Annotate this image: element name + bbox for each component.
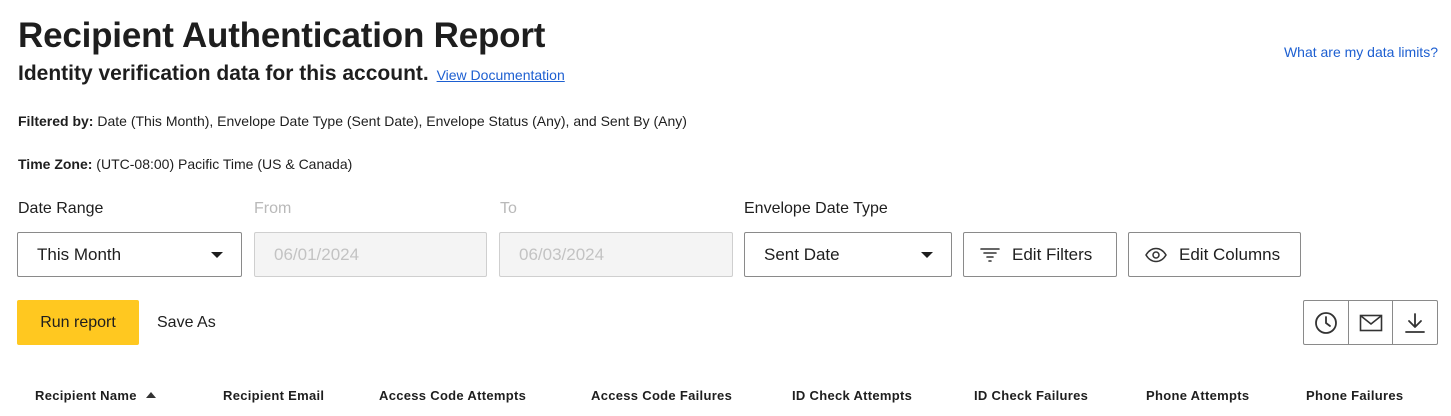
column-header-phone-failures[interactable]: Phone Failures [1306,388,1403,403]
envelope-date-type-value: Sent Date [764,244,840,264]
sort-ascending-icon [145,392,156,398]
mail-icon [1359,314,1383,332]
from-label: From [254,200,292,217]
column-header-phone-attempts[interactable]: Phone Attempts [1146,388,1249,403]
envelope-date-type-label: Envelope Date Type [744,200,888,217]
date-range-value: This Month [37,244,122,264]
data-limits-link[interactable]: What are my data limits? [1284,44,1438,60]
time-zone-label: Time Zone: [18,156,93,172]
eye-icon [1145,247,1167,263]
column-header-access-code-failures[interactable]: Access Code Failures [591,388,732,403]
email-button[interactable] [1347,301,1393,344]
chevron-down-icon [921,251,933,258]
time-zone-value: (UTC-08:00) Pacific Time (US & Canada) [92,156,353,172]
chevron-down-icon [211,251,223,258]
column-header-recipient-email[interactable]: Recipient Email [223,388,324,403]
date-range-select[interactable]: This Month [17,232,242,277]
filter-icon [980,247,1000,263]
from-date-input: 06/01/2024 [254,232,487,277]
to-label: To [500,200,517,217]
filtered-by-text: Filtered by: Date (This Month), Envelope… [18,113,687,129]
run-report-button[interactable]: Run report [17,300,139,345]
column-header-id-check-failures[interactable]: ID Check Failures [974,388,1088,403]
download-button[interactable] [1392,301,1437,344]
column-header-id-check-attempts[interactable]: ID Check Attempts [792,388,912,403]
page-subtitle: Identity verification data for this acco… [18,62,565,86]
report-actions-toolbar [1303,300,1438,345]
clock-icon [1314,311,1338,335]
view-documentation-link[interactable]: View Documentation [437,67,565,83]
column-header-access-code-attempts[interactable]: Access Code Attempts [379,388,526,403]
edit-filters-label: Edit Filters [1012,244,1093,264]
download-icon [1404,312,1426,334]
to-date-input: 06/03/2024 [499,232,733,277]
subtitle-text: Identity verification data for this acco… [18,62,429,85]
page-title: Recipient Authentication Report [18,16,546,55]
edit-columns-label: Edit Columns [1179,244,1281,264]
edit-filters-button[interactable]: Edit Filters [963,232,1117,277]
filtered-by-label: Filtered by: [18,113,94,129]
column-header-recipient-name[interactable]: Recipient Name [35,388,156,403]
filtered-by-value: Date (This Month), Envelope Date Type (S… [93,113,687,129]
column-header-label: Recipient Name [35,388,137,403]
edit-columns-button[interactable]: Edit Columns [1128,232,1301,277]
schedule-button[interactable] [1304,301,1348,344]
date-range-label: Date Range [18,200,104,217]
time-zone-text: Time Zone: (UTC-08:00) Pacific Time (US … [18,156,352,172]
envelope-date-type-select[interactable]: Sent Date [744,232,952,277]
save-as-button[interactable]: Save As [157,300,216,345]
